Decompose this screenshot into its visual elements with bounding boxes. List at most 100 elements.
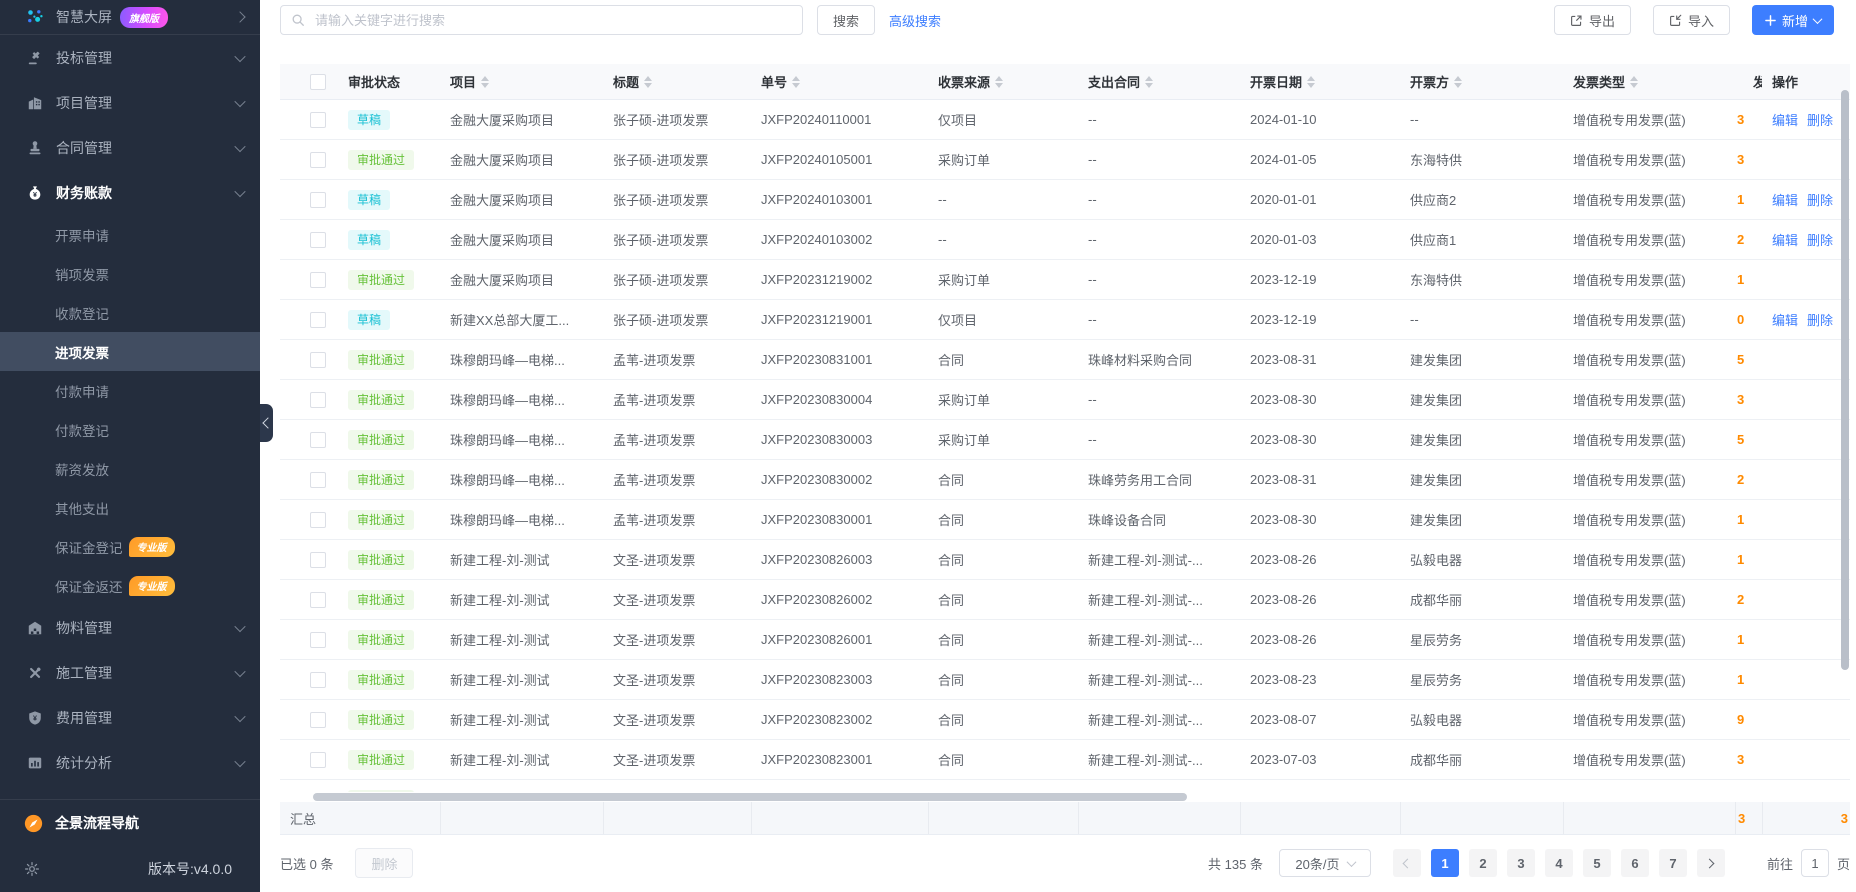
status-badge: 审批通过	[348, 589, 415, 610]
edit-link[interactable]: 编辑	[1772, 190, 1798, 209]
row-checkbox[interactable]	[310, 311, 326, 328]
sidebar-subitem-付款登记[interactable]: 付款登记	[0, 410, 260, 449]
row-checkbox[interactable]	[310, 351, 326, 368]
project-cell: 珠穆朗玛峰—电梯...	[450, 393, 565, 408]
prev-page-button[interactable]	[1392, 849, 1421, 877]
sidebar-item-material[interactable]: 物料管理	[0, 605, 260, 650]
contract-cell: --	[1088, 192, 1097, 207]
edit-link[interactable]: 编辑	[1772, 230, 1798, 249]
delete-link[interactable]: 删除	[1807, 190, 1833, 209]
edit-link[interactable]: 编辑	[1772, 110, 1798, 129]
code-cell: JXFP20230830001	[761, 512, 873, 527]
sort-icon[interactable]	[1630, 75, 1639, 88]
sidebar-item-construction[interactable]: 施工管理	[0, 650, 260, 695]
delete-link[interactable]: 删除	[1807, 110, 1833, 129]
search-input[interactable]	[313, 11, 792, 29]
column-label: 发票	[1753, 75, 1762, 90]
sidebar-item-stats[interactable]: 统计分析	[0, 740, 260, 785]
invoice-count: 9	[1737, 712, 1745, 727]
chevron-left-icon	[1403, 858, 1413, 868]
advanced-search-link[interactable]: 高级搜索	[889, 11, 941, 30]
sidebar-subitem-销项发票[interactable]: 销项发票	[0, 254, 260, 293]
contract-cell: 珠峰劳务用工合同	[1088, 473, 1193, 488]
sidebar-subitem-付款申请[interactable]: 付款申请	[0, 371, 260, 410]
code-cell: JXFP20230823002	[761, 712, 873, 727]
import-button[interactable]: 导入	[1652, 5, 1730, 35]
row-checkbox[interactable]	[310, 231, 326, 248]
row-checkbox[interactable]	[310, 671, 326, 688]
page-button-3[interactable]: 3	[1506, 849, 1535, 877]
vertical-scrollbar-thumb[interactable]	[1841, 90, 1849, 670]
sort-icon[interactable]	[1307, 75, 1316, 88]
sidebar-item-project[interactable]: 项目管理	[0, 80, 260, 125]
row-checkbox[interactable]	[310, 471, 326, 488]
status-cell: 审批通过	[338, 349, 440, 370]
search-button[interactable]: 搜索	[817, 5, 876, 35]
payer-cell: 弘毅电器	[1410, 713, 1463, 728]
row-checkbox[interactable]	[310, 751, 326, 768]
page-button-7[interactable]: 7	[1658, 849, 1687, 877]
sidebar-collapse-handle[interactable]	[260, 404, 274, 442]
sidebar-item-smart-screen[interactable]: 智慧大屏 旗舰版	[0, 0, 260, 35]
page-button-4[interactable]: 4	[1544, 849, 1573, 877]
row-checkbox[interactable]	[310, 711, 326, 728]
sort-icon[interactable]	[1454, 75, 1463, 88]
project-cell: 新建工程-刘-测试	[450, 673, 550, 688]
sort-icon[interactable]	[481, 75, 490, 88]
row-checkbox[interactable]	[310, 391, 326, 408]
sort-icon[interactable]	[792, 75, 801, 88]
date-cell: 2023-07-03	[1250, 752, 1317, 767]
invoice-count-cell: 2	[1735, 232, 1762, 247]
page-size-select[interactable]: 20条/页	[1278, 849, 1371, 877]
sidebar-subitem-薪资发放[interactable]: 薪资发放	[0, 449, 260, 488]
sidebar-item-process-navigation[interactable]: 全景流程导航	[0, 800, 260, 846]
page-button-6[interactable]: 6	[1620, 849, 1649, 877]
add-button[interactable]: 新增	[1751, 5, 1834, 35]
export-button[interactable]: 导出	[1553, 5, 1631, 35]
delete-link[interactable]: 删除	[1807, 310, 1833, 329]
sort-icon[interactable]	[1145, 75, 1154, 88]
edit-link[interactable]: 编辑	[1772, 310, 1798, 329]
page-button-5[interactable]: 5	[1582, 849, 1611, 877]
sidebar-item-finance[interactable]: ¥ 财务账款	[0, 170, 260, 215]
row-checkbox[interactable]	[310, 631, 326, 648]
sidebar-subitem-收款登记[interactable]: 收款登记	[0, 293, 260, 332]
row-select-cell	[280, 591, 338, 608]
sidebar-subitem-其他支出[interactable]: 其他支出	[0, 488, 260, 527]
batch-delete-button[interactable]: 删除	[355, 848, 414, 878]
row-checkbox[interactable]	[310, 431, 326, 448]
sidebar-subitem-开票申请[interactable]: 开票申请	[0, 215, 260, 254]
row-checkbox[interactable]	[310, 591, 326, 608]
invoice-count: 2	[1737, 472, 1745, 487]
sort-icon[interactable]	[644, 75, 653, 88]
horizontal-scrollbar-thumb[interactable]	[313, 793, 1187, 801]
row-select-cell	[280, 551, 338, 568]
invoice-count-cell: 1	[1735, 272, 1762, 287]
export-icon	[1570, 14, 1583, 27]
select-all-checkbox[interactable]	[310, 73, 326, 90]
next-page-button[interactable]	[1696, 849, 1725, 877]
payer-cell: 供应商1	[1410, 233, 1457, 248]
row-checkbox[interactable]	[310, 551, 326, 568]
page-button-1[interactable]: 1	[1430, 849, 1459, 877]
sidebar-item-contract[interactable]: 合同管理	[0, 125, 260, 170]
row-checkbox[interactable]	[310, 511, 326, 528]
delete-link[interactable]: 删除	[1807, 230, 1833, 249]
gear-icon[interactable]	[24, 861, 40, 877]
sidebar-item-expense[interactable]: ¥ 费用管理	[0, 695, 260, 740]
import-icon	[1669, 14, 1682, 27]
sidebar-subitem-label: 收款登记	[55, 306, 109, 322]
sort-asc-icon	[1145, 75, 1154, 81]
sidebar-subitem-保证金返还[interactable]: 保证金返还 专业版	[0, 566, 260, 605]
sidebar-subitem-进项发票[interactable]: 进项发票	[0, 332, 260, 371]
sidebar-item-bidding[interactable]: 投标管理	[0, 35, 260, 80]
row-checkbox[interactable]	[310, 151, 326, 168]
goto-page-input[interactable]	[1800, 849, 1829, 877]
sort-icon[interactable]	[995, 75, 1004, 88]
row-checkbox[interactable]	[310, 111, 326, 128]
page-button-2[interactable]: 2	[1468, 849, 1497, 877]
row-checkbox[interactable]	[310, 271, 326, 288]
sidebar-subitem-保证金登记[interactable]: 保证金登记 专业版	[0, 527, 260, 566]
title-cell: 张子硕-进项发票	[613, 313, 709, 328]
row-checkbox[interactable]	[310, 191, 326, 208]
